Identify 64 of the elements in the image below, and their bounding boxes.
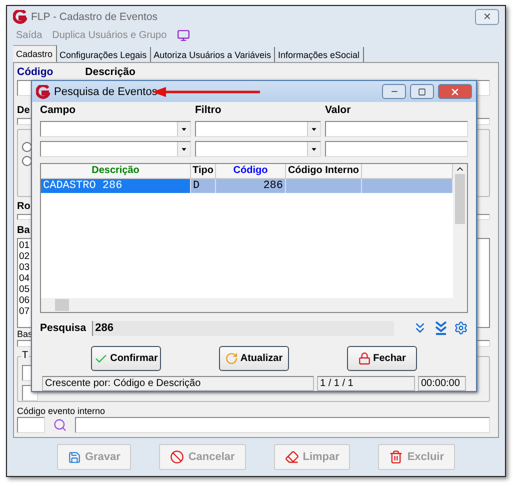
field-dropdown[interactable] [40,141,191,157]
monitor-icon[interactable] [176,28,190,42]
radio-button[interactable] [22,142,32,152]
column-header[interactable]: Descrição [41,164,191,179]
lock-icon [358,352,372,365]
list-item[interactable]: 04 [19,273,30,284]
search-label: Pesquisa [40,322,86,334]
horizontal-scrollbar[interactable] [41,298,467,312]
maximize-button[interactable] [410,84,434,99]
value-field[interactable] [325,141,468,157]
close-icon [450,86,460,96]
field-dropdown[interactable] [40,121,191,137]
refresh-icon [225,352,238,365]
column-header[interactable]: Código [216,164,286,179]
dialog-title: Pesquisa de Eventos [54,86,158,98]
filter-label: Valor [325,104,351,117]
field-label: Ro [17,200,30,213]
table-cell[interactable]: D [191,179,216,193]
table-cell[interactable]: 286 [216,179,286,193]
column-header[interactable]: Código Interno [286,164,362,179]
chevron-down-to-line-icon[interactable] [434,320,448,336]
tab[interactable]: Cadastro [13,45,57,62]
filter-label: Campo [40,104,76,117]
list-item[interactable]: 06 [19,295,30,306]
table-cell[interactable] [286,179,362,193]
list-item[interactable]: 05 [19,284,30,296]
minimize-button[interactable] [382,84,406,99]
filter-label: Filtro [195,104,222,117]
status-text: Crescente por: Código e Descrição [42,376,314,391]
logo-icon [36,84,50,98]
field-label: De [17,105,30,117]
ban-icon [170,450,184,464]
table-cell[interactable]: CADASTRO 286 [41,179,191,193]
list-item[interactable]: 02 [19,251,30,262]
close-button[interactable]: Fechar [347,346,417,371]
field-label: Ba [17,225,30,238]
vertical-scrollbar[interactable] [453,164,467,298]
field-label: Código evento interno [17,406,106,416]
list-item[interactable]: 07 [19,306,30,318]
list-item[interactable]: 03 [19,262,30,274]
trash-icon [389,450,404,464]
window-title: FLP - Cadastro de Eventos [31,11,158,23]
close-button[interactable] [438,84,472,99]
status-text: 1 / 1 / 1 [317,376,415,391]
list-item[interactable]: 01 [19,240,30,252]
column-header[interactable]: Tipo [191,164,216,179]
value-field[interactable] [325,121,468,137]
eraser-icon [284,450,299,464]
search-icon[interactable] [53,418,67,432]
settings-icon[interactable] [454,321,468,335]
logo-icon [13,10,27,24]
confirm-button[interactable]: Confirmar [91,346,161,371]
status-text: 00:00:00 [418,376,466,391]
maximize-icon [418,88,426,96]
field-label: Descrição [85,66,136,79]
save-icon [68,450,81,464]
input-field[interactable] [17,417,45,434]
field-label: Código [17,66,54,79]
input-field[interactable] [75,417,490,434]
search-field[interactable]: 286 [92,320,394,336]
close-button[interactable]: ✕ [475,9,499,25]
radio-button[interactable] [22,156,32,166]
table-cell[interactable] [362,179,453,193]
refresh-button[interactable]: Atualizar [219,346,289,371]
